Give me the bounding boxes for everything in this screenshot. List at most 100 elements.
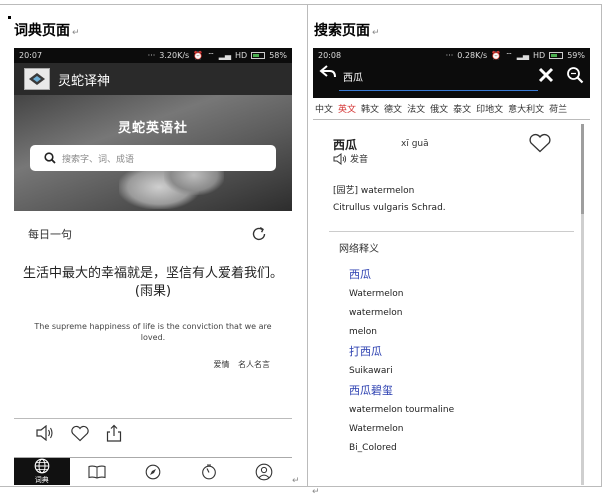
tab-discover[interactable]	[125, 458, 181, 485]
signal-icon: ▂▄	[218, 51, 232, 60]
tab-profile[interactable]	[236, 458, 292, 485]
tab-dictionary[interactable]: 词典	[14, 458, 70, 485]
status-hd: HD	[533, 51, 546, 60]
dictionary-screen: 20:07 ··· 3.20K/s ⏰ ⌔ ▂▄ HD 58% 灵蛇译神 灵蛇英…	[14, 48, 292, 485]
web-definitions-list: 西瓜 Watermelon watermelon melon 打西瓜 Suika…	[329, 265, 574, 458]
quote-tags: 爱情 名人名言	[14, 359, 292, 370]
left-cell-title: 词典页面 ↵	[14, 23, 80, 39]
paragraph-mark: ↵	[312, 487, 320, 497]
refresh-icon[interactable]	[250, 225, 268, 243]
web-definitions: 网络释义 西瓜 Watermelon watermelon melon 打西瓜 …	[329, 231, 574, 458]
search-icon[interactable]	[566, 66, 584, 84]
search-input[interactable]: 搜索字、词、成语	[30, 145, 276, 171]
pinyin: xī guā	[401, 139, 429, 149]
search-screen: 20:08 ··· 0.28K/s ⏰ ⌔ ▂▄ HD 59% 西瓜 中文 英文…	[313, 48, 590, 485]
search-underline	[339, 90, 538, 91]
tag-quotes[interactable]: 名人名言	[238, 360, 270, 369]
banner-title: 灵蛇英语社	[117, 121, 188, 136]
banner: 灵蛇英语社 搜索字、词、成语	[14, 95, 292, 211]
web-definition-item: watermelon	[349, 308, 403, 318]
web-definition-item: Watermelon	[349, 424, 404, 434]
alarm-icon: ⏰	[193, 51, 204, 60]
alarm-icon: ⏰	[491, 51, 502, 60]
web-definition-item[interactable]: 打西瓜	[349, 342, 574, 362]
lang-tab[interactable]: 中文	[315, 102, 333, 115]
status-battery: 58%	[269, 51, 287, 60]
status-bar: 20:07 ··· 3.20K/s ⏰ ⌔ ▂▄ HD 58%	[14, 48, 292, 63]
lang-tab[interactable]: 泰文	[453, 102, 471, 115]
daily-sentence-title: 每日一句	[28, 228, 72, 241]
tab-book[interactable]	[70, 458, 126, 485]
lang-tab[interactable]: 德文	[384, 102, 402, 115]
paragraph-mark: ↵	[292, 476, 300, 486]
lang-tab[interactable]: 俄文	[430, 102, 448, 115]
web-definition-item[interactable]: 西瓜	[349, 265, 574, 285]
back-arrow-icon[interactable]	[319, 65, 337, 79]
action-divider	[14, 418, 292, 419]
status-dots: ···	[445, 51, 454, 60]
result-content: 西瓜 xī guā 发音 [园艺] watermelon Citrullus v…	[313, 120, 590, 485]
language-tabs: 中文 英文 韩文 德文 法文 俄文 泰文 印地文 意大利文 荷兰	[313, 98, 590, 120]
definition-line: [园艺] watermelon	[333, 186, 415, 196]
clear-icon[interactable]	[538, 67, 554, 83]
wifi-icon: ⌔	[505, 50, 513, 60]
lang-tab[interactable]: 荷兰	[549, 102, 567, 115]
definition-line: Citrullus vulgaris Schrad.	[333, 203, 446, 213]
web-definition-item: Suikawari	[349, 366, 393, 376]
status-dots: ···	[147, 51, 156, 60]
tab-timer[interactable]	[181, 458, 237, 485]
tag-love[interactable]: 爱情	[213, 360, 229, 369]
signal-icon: ▂▄	[516, 51, 530, 60]
quote-chinese: 生活中最大的幸福就是，坚信有人爱着我们。(雨果)	[22, 266, 283, 299]
search-bar: 西瓜	[313, 63, 590, 98]
speaker-icon[interactable]	[36, 425, 54, 441]
lang-tab[interactable]: 法文	[407, 102, 425, 115]
status-battery: 59%	[567, 51, 585, 60]
web-definition-item: watermelon tourmaline	[349, 405, 455, 415]
lang-tab[interactable]: 意大利文	[508, 102, 544, 115]
status-time: 20:08	[318, 51, 342, 60]
share-icon[interactable]	[106, 424, 122, 442]
web-definitions-title: 网络释义	[339, 244, 379, 255]
snake-logo-icon	[29, 73, 45, 85]
status-net-speed: 0.28K/s	[457, 51, 488, 60]
lang-tab[interactable]: 印地文	[476, 102, 503, 115]
timer-icon	[201, 464, 216, 479]
scrollbar[interactable]	[581, 124, 584, 485]
bottom-tab-bar: 词典	[14, 457, 292, 485]
quote-english: The supreme happiness of life is the con…	[34, 322, 272, 342]
status-hd: HD	[235, 51, 248, 60]
wifi-icon: ⌔	[207, 50, 215, 60]
table-border-middle	[307, 4, 308, 486]
web-definition-item: melon	[349, 327, 378, 337]
headword: 西瓜	[333, 138, 358, 152]
favorite-heart-icon[interactable]	[528, 133, 552, 153]
table-border-top	[0, 4, 602, 5]
app-bar: 灵蛇译神	[14, 63, 292, 95]
lang-tab[interactable]: 韩文	[361, 102, 379, 115]
search-icon	[44, 152, 56, 164]
web-definition-item: Bi_Colored	[349, 443, 397, 453]
book-icon	[88, 465, 106, 479]
heart-icon[interactable]	[70, 425, 90, 442]
daily-sentence-header: 每日一句	[14, 213, 292, 255]
lang-tab[interactable]: 英文	[338, 102, 356, 115]
status-net-speed: 3.20K/s	[159, 51, 190, 60]
app-logo[interactable]	[24, 68, 50, 90]
right-cell-title: 搜索页面 ↵	[314, 23, 380, 39]
word-header: 西瓜 xī guā	[313, 120, 590, 158]
status-time: 20:07	[19, 51, 43, 60]
search-input[interactable]: 西瓜	[343, 65, 538, 84]
tab-dictionary-label: 词典	[34, 476, 49, 484]
web-definition-item: Watermelon	[349, 289, 404, 299]
document-frame: 词典页面 ↵ 搜索页面 ↵ 20:07 ··· 3.20K/s ⏰ ⌔ ▂▄ HD …	[0, 0, 602, 498]
table-border-bottom	[0, 486, 602, 487]
quote-actions	[36, 424, 122, 442]
status-bar: 20:08 ··· 0.28K/s ⏰ ⌔ ▂▄ HD 59%	[313, 48, 590, 63]
definitions: [园艺] watermelon Citrullus vulgaris Schra…	[313, 183, 590, 217]
compass-icon	[145, 464, 161, 479]
profile-icon	[255, 463, 273, 480]
web-definition-item[interactable]: 西瓜碧玺	[349, 381, 574, 401]
bullet-mark	[8, 16, 11, 19]
battery-icon	[251, 52, 266, 59]
